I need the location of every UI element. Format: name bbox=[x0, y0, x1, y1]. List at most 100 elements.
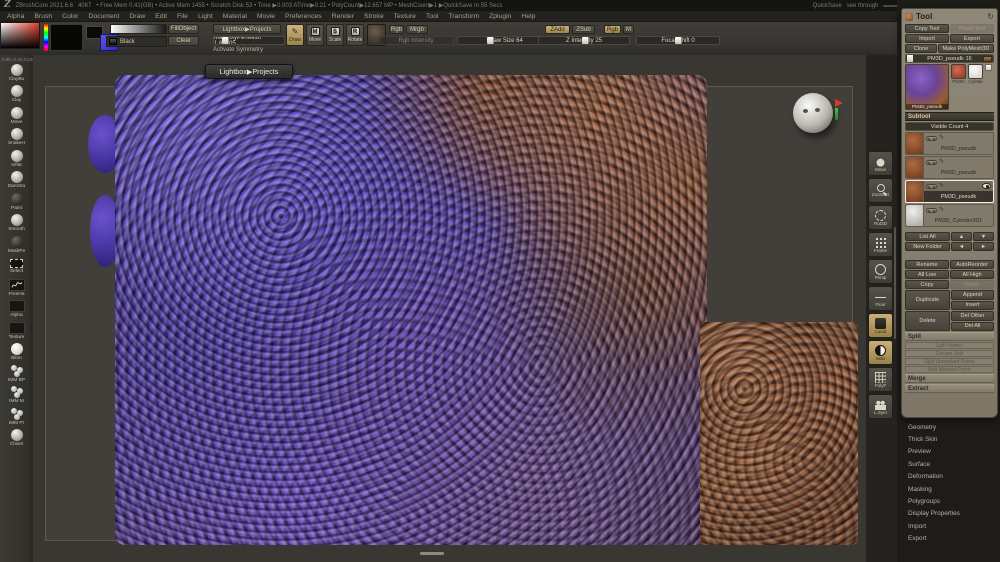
select-rect-tool[interactable]: Select bbox=[0, 256, 33, 278]
rgb-intensity-slider[interactable]: Rgb Intensity bbox=[378, 36, 454, 45]
section-surface[interactable]: Surface bbox=[903, 458, 998, 470]
all-low-button[interactable]: All Low bbox=[905, 270, 949, 279]
brush-item-imm-bparts[interactable]: IMM BP bbox=[0, 363, 33, 385]
paint-toggle-icon[interactable] bbox=[926, 184, 937, 189]
scale-mode-button[interactable]: S Scale bbox=[326, 24, 344, 46]
texture-slot[interactable]: Texture bbox=[0, 320, 33, 342]
section-masking[interactable]: Masking bbox=[903, 483, 998, 495]
paint-toggle-icon[interactable] bbox=[926, 208, 937, 213]
fill-object-button[interactable]: FillObject bbox=[168, 24, 199, 34]
canvas-hscrollbar[interactable] bbox=[420, 552, 444, 555]
brush-item-maskpen[interactable]: MaskPe bbox=[0, 234, 33, 256]
section-geometry[interactable]: Geometry bbox=[903, 421, 998, 433]
section-display-properties[interactable]: Display Properties bbox=[903, 508, 998, 520]
active-tool-thumbnail[interactable]: PM3D_pseudk bbox=[905, 64, 949, 110]
color-gradient-bar[interactable] bbox=[110, 24, 167, 34]
brush-item-damstandard[interactable]: DamSta bbox=[0, 170, 33, 192]
split-section-header[interactable]: Split bbox=[905, 332, 994, 341]
section-export[interactable]: Export bbox=[903, 533, 998, 545]
brush-item-claybuildup[interactable]: ClayBu bbox=[0, 62, 33, 84]
tool-corner-icon[interactable] bbox=[985, 64, 992, 71]
copy-subtool-button[interactable]: Copy bbox=[905, 280, 949, 289]
clear-button[interactable]: Clear bbox=[168, 36, 199, 46]
lightbox-projects-button[interactable]: Lightbox▶Projects bbox=[205, 64, 293, 79]
focal-shift-slider[interactable]: Focal Shift 0 bbox=[636, 36, 720, 45]
pen-icon[interactable]: ✎ bbox=[939, 207, 944, 213]
alpha-slot[interactable]: Alpha bbox=[0, 299, 33, 321]
quicksave-label[interactable]: QuickSave bbox=[813, 3, 842, 9]
clone-button[interactable]: Clone bbox=[905, 44, 937, 53]
menu-brush[interactable]: Brush bbox=[34, 13, 52, 20]
subtool-down-button[interactable]: ▼ bbox=[973, 232, 994, 241]
brush-item-paint[interactable]: Paint bbox=[0, 191, 33, 213]
import-button[interactable]: Import bbox=[905, 34, 949, 43]
stroke-freehand[interactable]: FreeHa bbox=[0, 277, 33, 299]
subtool-row-1[interactable]: ✎ PM3D_pseudk bbox=[905, 132, 994, 155]
persp-button[interactable]: Persp bbox=[868, 259, 893, 284]
delete-button[interactable]: Delete bbox=[905, 311, 950, 331]
polyframe-button[interactable]: PolyF bbox=[868, 367, 893, 392]
right-shelf-scrollbar[interactable] bbox=[894, 227, 896, 339]
tool-name-slider[interactable]: PM3D_pseudk 16 bbox=[905, 54, 994, 63]
subtool-row-4[interactable]: ✎ PM3D_Cylinder3D1 bbox=[905, 204, 994, 227]
del-all-button[interactable]: Del All bbox=[951, 322, 994, 332]
pen-icon[interactable]: ✎ bbox=[939, 159, 944, 165]
lsym-button[interactable]: L.Sym bbox=[868, 394, 893, 419]
section-preview[interactable]: Preview bbox=[903, 446, 998, 458]
menu-material[interactable]: Material bbox=[223, 13, 247, 20]
subtool-row-2[interactable]: ✎ PM3D_pseudk bbox=[905, 156, 994, 179]
main-color-swatch[interactable] bbox=[50, 24, 83, 51]
copy-tool-button[interactable]: Copy Tool bbox=[905, 24, 949, 33]
autoreorder-button[interactable]: AutoReorder bbox=[950, 260, 994, 269]
new-folder-button[interactable]: New Folder bbox=[905, 242, 950, 251]
rename-button[interactable]: Rename bbox=[905, 260, 949, 269]
pen-icon[interactable]: ✎ bbox=[939, 135, 944, 141]
list-all-button[interactable]: List All bbox=[905, 232, 950, 241]
paint-toggle-icon[interactable] bbox=[926, 136, 937, 141]
zoom3d-button[interactable]: Zoom3D bbox=[868, 178, 893, 203]
section-polygroups[interactable]: Polygroups bbox=[903, 495, 998, 507]
menu-stroke[interactable]: Stroke bbox=[364, 13, 384, 20]
sculpt-mesh-main[interactable] bbox=[115, 75, 707, 545]
section-thick-skin[interactable]: Thick Skin bbox=[903, 433, 998, 445]
slider-handle[interactable] bbox=[675, 37, 682, 44]
menu-zplugin[interactable]: Zplugin bbox=[489, 13, 511, 20]
lightbox-shelf-button[interactable]: Lightbox▶Projects bbox=[213, 24, 281, 34]
visible-count-slider[interactable]: Visible Count 4 bbox=[905, 122, 994, 131]
visibility-eye-icon[interactable] bbox=[982, 183, 991, 189]
draw-mode-button[interactable]: ✎ Draw bbox=[286, 24, 304, 46]
menu-help[interactable]: Help bbox=[521, 13, 535, 20]
move-into-folder-button[interactable]: ◄ bbox=[951, 242, 972, 251]
refresh-icon[interactable]: ↻ bbox=[987, 12, 994, 21]
brush-item-imm-modifiers[interactable]: IMM M bbox=[0, 385, 33, 407]
scroll-move-button[interactable]: Move bbox=[868, 151, 893, 176]
hue-strip[interactable] bbox=[44, 24, 48, 51]
menu-document[interactable]: Document bbox=[88, 13, 119, 20]
rgb-mode-button[interactable]: Rgb bbox=[604, 25, 621, 34]
z-intensity-slider[interactable]: Z Intensity 25 bbox=[538, 36, 630, 45]
move-mode-button[interactable]: M Move bbox=[306, 24, 324, 46]
menu-draw[interactable]: Draw bbox=[129, 13, 145, 20]
brush-item-smooth[interactable]: Smooth bbox=[0, 213, 33, 235]
menu-color[interactable]: Color bbox=[62, 13, 78, 20]
gradient-preset[interactable]: Black bbox=[106, 36, 167, 47]
section-import[interactable]: Import bbox=[903, 520, 998, 532]
material-blinn[interactable]: Blinn bbox=[0, 342, 33, 364]
paint-toggle-icon[interactable] bbox=[926, 160, 937, 165]
brush-item-snakehook[interactable]: SnakeH bbox=[0, 127, 33, 149]
insert-button[interactable]: Insert bbox=[951, 301, 994, 311]
sculpt-mesh-bronze[interactable] bbox=[700, 322, 858, 545]
brush-item-inflate[interactable]: Inflat bbox=[0, 148, 33, 170]
menu-file[interactable]: File bbox=[177, 13, 188, 20]
m-mode-button[interactable]: M bbox=[623, 25, 634, 34]
rotate-mode-button[interactable]: R Rotate bbox=[346, 24, 364, 46]
menu-texture[interactable]: Texture bbox=[394, 13, 416, 20]
menu-edit[interactable]: Edit bbox=[155, 13, 167, 20]
merge-section-header[interactable]: Merge bbox=[905, 374, 994, 383]
head-gizmo[interactable] bbox=[793, 91, 845, 141]
all-high-button[interactable]: All High bbox=[950, 270, 994, 279]
viewport-canvas[interactable]: Lightbox▶Projects bbox=[33, 55, 866, 562]
export-button[interactable]: Export bbox=[950, 34, 994, 43]
slider-handle[interactable] bbox=[907, 55, 913, 62]
menu-render[interactable]: Render bbox=[332, 13, 354, 20]
